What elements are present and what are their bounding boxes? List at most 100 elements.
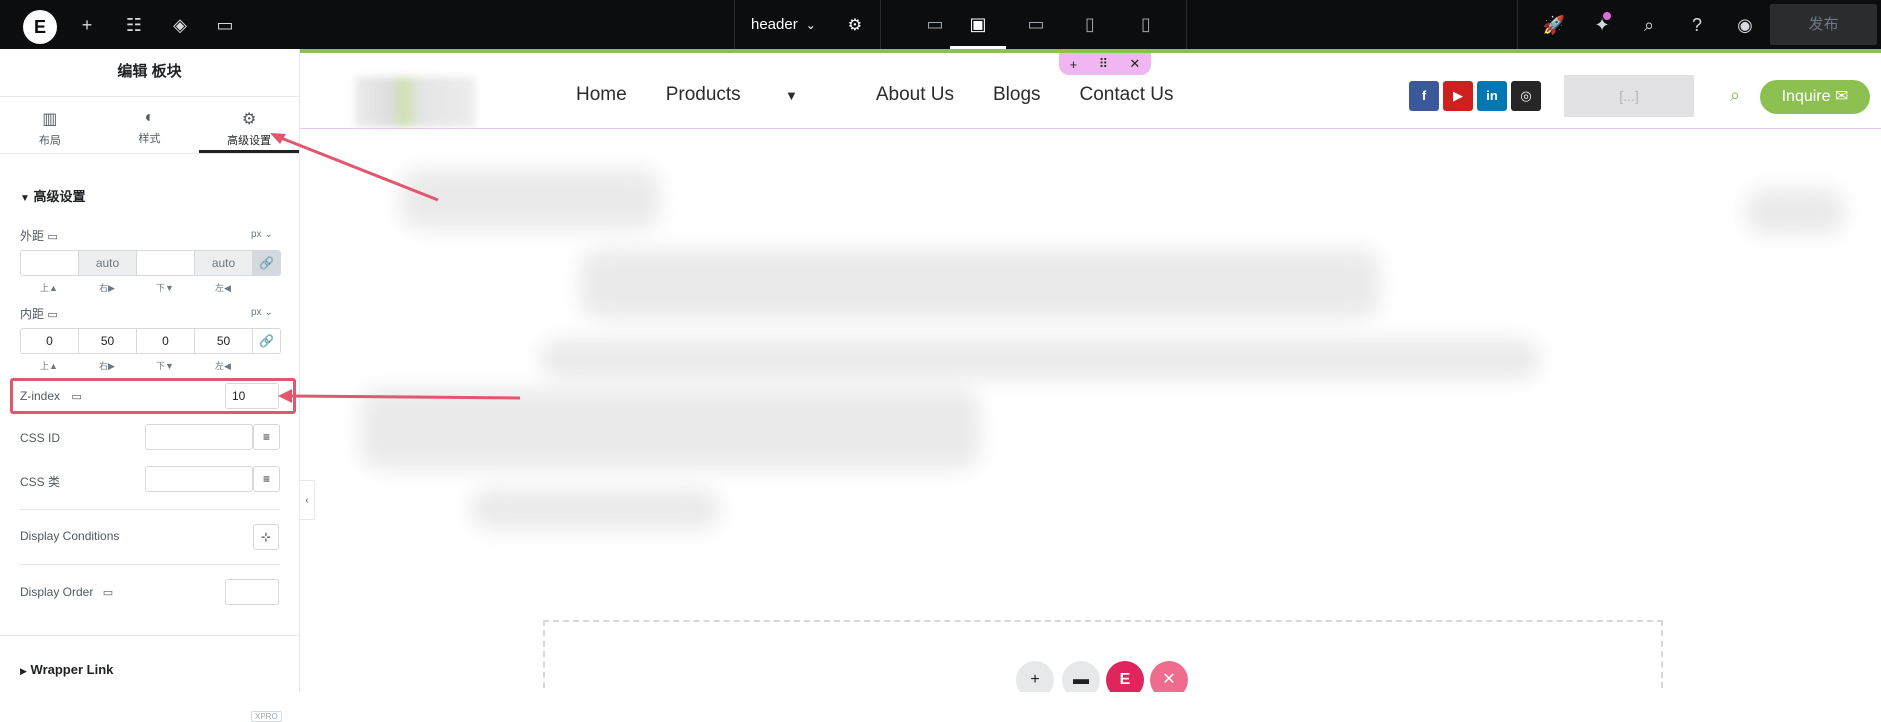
add-icon[interactable]: + [1070,57,1078,72]
css-id-input[interactable] [145,424,253,450]
tab-style-label: 样式 [138,133,161,145]
display-order-label: Display Order ▭ [20,585,114,599]
shortcode-placeholder: [...] [1564,75,1694,117]
blurred-title [360,389,980,469]
comments-icon[interactable]: ▭ [213,13,237,37]
main-nav: Home Products ▼ About Us Blogs Contact U… [576,84,1213,106]
mail-icon: ✉ [1834,88,1849,105]
widescreen-device-icon[interactable]: ▭ [1008,0,1064,49]
nav-blogs[interactable]: Blogs [993,84,1041,106]
padding-left-input[interactable]: 50 [195,329,253,353]
nav-contact[interactable]: Contact Us [1080,84,1174,106]
blurred-content [400,169,660,229]
document-selector[interactable]: header ⌄ ⚙ [734,0,881,49]
blurred-text [1745,189,1845,234]
nav-products[interactable]: Products ▼ [666,84,837,106]
document-settings-gear-icon[interactable]: ⚙ [848,15,862,35]
dynamic-tags-icon[interactable]: ≡ [253,424,280,450]
tablet-device-icon[interactable]: ▯ [1062,0,1118,49]
top-bar-tools: 🚀 ✦ ⌕ ? ◉ [1517,0,1769,49]
panel-title: 编辑 板块 [0,49,299,97]
notification-dot [1603,12,1611,20]
device-switcher: ▭ ▣ ▭ ▯ ▯ [882,0,1187,49]
add-section-icon[interactable]: + [1016,661,1054,692]
laptop-device-icon[interactable]: ▣ [950,0,1006,49]
publish-button[interactable]: 发布 [1770,4,1877,45]
tab-advanced[interactable]: ⚙ 高级设置 [199,97,300,153]
desktop-icon: ▭ [102,587,114,599]
caret-right-icon: ▶ [20,666,27,676]
youtube-icon[interactable]: ▶ [1443,81,1473,111]
zindex-highlight-box [10,378,296,414]
site-logo[interactable] [355,77,475,127]
caret-down-icon: ▼ [20,193,30,204]
close-icon[interactable]: ✕ [1129,56,1140,72]
chevron-down-icon: ⌄ [805,17,816,32]
margin-controls: auto auto 🔗 [20,250,281,276]
mobile-device-icon[interactable]: ▯ [1118,0,1174,49]
padding-right-input[interactable]: 50 [79,329,137,353]
tab-layout[interactable]: ▥ 布局 [0,97,100,153]
display-order-input[interactable] [225,579,279,605]
search-icon[interactable]: ⌕ [1730,85,1740,106]
css-class-input[interactable] [145,466,253,492]
preview-canvas: Home Products ▼ About Us Blogs Contact U… [300,49,1881,692]
padding-link-icon[interactable]: 🔗 [253,329,280,353]
display-conditions-icon[interactable]: ⊹ [253,524,279,550]
addon-icon[interactable]: ✕ [1150,661,1188,692]
help-icon[interactable]: ? [1685,13,1709,37]
padding-top-input[interactable]: 0 [21,329,79,353]
preview-eye-icon[interactable]: ◉ [1733,13,1757,37]
margin-sublabels: 上▲ 右▶ 下▼ 左◀ [40,283,231,293]
tab-layout-label: 布局 [38,135,61,147]
padding-controls: 0 50 0 50 🔗 [20,328,281,354]
layers-icon[interactable]: ◈ [168,13,192,37]
gear-icon: ⚙ [242,111,257,128]
tab-style[interactable]: ◐ 样式 [100,97,200,153]
margin-link-icon[interactable]: 🔗 [253,251,280,275]
empty-dropzone[interactable] [543,620,1663,692]
section-advanced-toggle[interactable]: ▼ 高级设置 [20,186,86,205]
add-icon[interactable]: + [75,13,99,37]
divider [20,509,280,510]
elementskit-icon[interactable]: E [1106,661,1144,692]
xpro-badge: XPRO [251,711,282,722]
section-handle[interactable]: + ⠿ ✕ [1059,53,1151,75]
tab-advanced-label: 高级设置 [227,135,272,147]
dynamic-tags-icon[interactable]: ≡ [253,466,280,492]
drag-handle-icon[interactable]: ⠿ [1099,56,1109,72]
margin-right-input[interactable]: auto [79,251,137,275]
document-name: header [751,16,798,33]
nav-about[interactable]: About Us [876,84,954,106]
desktop-icon: ▭ [47,231,58,243]
inquire-button[interactable]: Inquire ✉ [1760,80,1870,114]
settings-sliders-icon[interactable]: ☷ [122,13,146,37]
editor-panel: 编辑 板块 ▥ 布局 ◐ 样式 ⚙ 高级设置 ▼ 高级设置 外距 ▭ px ⌄ … [0,49,300,722]
caret-down-icon: ▼ [784,88,798,103]
template-library-icon[interactable]: ▬ [1062,661,1100,692]
blurred-heading [580,249,1380,319]
nav-home[interactable]: Home [576,84,627,106]
padding-bottom-input[interactable]: 0 [137,329,195,353]
wrapper-link-toggle[interactable]: ▶ Wrapper Link [20,662,113,677]
css-class-label: CSS 类 [20,475,61,489]
padding-unit-select[interactable]: px ⌄ [251,307,273,318]
divider [20,564,280,565]
margin-top-input[interactable] [21,251,79,275]
rocket-icon[interactable]: 🚀 [1542,13,1566,37]
padding-sublabels: 上▲ 右▶ 下▼ 左◀ [40,361,231,371]
linkedin-icon[interactable]: in [1477,81,1507,111]
style-icon: ◐ [144,109,155,126]
section-advanced-title: 高级设置 [33,189,86,204]
margin-bottom-input[interactable] [137,251,195,275]
facebook-icon[interactable]: f [1409,81,1439,111]
margin-left-input[interactable]: auto [195,251,253,275]
blurred-subheading [540,339,1540,379]
margin-label: 外距 ▭ [20,229,58,243]
divider [0,635,300,636]
elementor-logo-icon[interactable]: E [23,10,57,44]
search-icon[interactable]: ⌕ [1637,13,1661,37]
instagram-icon[interactable]: ◎ [1511,81,1541,111]
margin-unit-select[interactable]: px ⌄ [251,229,273,240]
panel-collapse-toggle[interactable]: ‹ [300,480,315,520]
